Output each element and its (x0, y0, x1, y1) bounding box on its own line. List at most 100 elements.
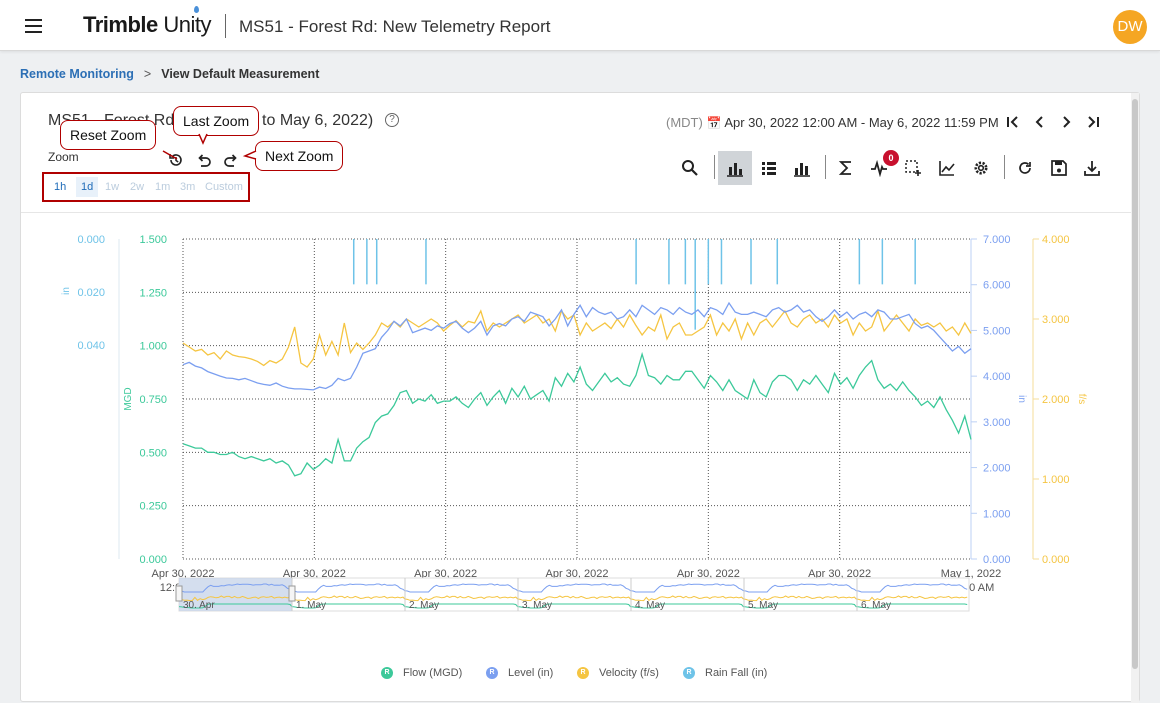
chart-grid (182, 238, 972, 560)
level-tick-label: 7.000 (983, 234, 1011, 246)
legend-flow[interactable]: R Flow (MGD) (381, 667, 462, 679)
flow-tick-label: 0.750 (139, 394, 167, 406)
level-tick-label: 3.000 (983, 417, 1011, 429)
navigator-right-handle (288, 585, 296, 602)
calendar-icon: 📅 (706, 116, 722, 130)
last-page-icon[interactable] (1086, 115, 1100, 129)
report-card: MS51 - Forest Rd (to May 6, 2022) ? Zoom… (20, 92, 1140, 703)
sigma-icon (838, 161, 851, 175)
help-icon[interactable]: ? (385, 113, 399, 127)
zoom-1h-button[interactable]: 1h (54, 181, 66, 193)
velocity-axis-label: f/s (1076, 394, 1087, 405)
zoom-1w-button[interactable]: 1w (105, 181, 119, 193)
statistics-button[interactable] (829, 151, 863, 185)
flow-tick-label: 1.500 (139, 234, 167, 246)
date-range[interactable]: (MDT) 📅 Apr 30, 2022 12:00 AM - May 6, 2… (666, 115, 999, 130)
navigator-label: 2. May (409, 600, 439, 611)
legend-rainfall-label: Rain Fall (in) (705, 667, 768, 679)
first-page-icon[interactable] (1006, 115, 1020, 129)
rain-tick-label: 0.040 (77, 340, 105, 352)
stacked-view-button[interactable] (785, 151, 819, 185)
brand-logo[interactable]: Trimble Unity (83, 6, 212, 38)
zoom-range-group: 1h 1d 1w 2w 1m 3m Custom (42, 172, 250, 202)
velocity-tick-label: 0.000 (1042, 554, 1070, 566)
save-icon (1051, 160, 1067, 176)
header-divider (225, 14, 226, 38)
download-icon (1084, 161, 1100, 176)
legend-level-badge: R (486, 667, 498, 679)
range-navigator: 30. Apr 1. May 2. May 3. May 4. May 5. May 6. … (175, 577, 970, 612)
flow-tick-label: 0.000 (139, 554, 167, 566)
refresh-button[interactable] (1008, 151, 1042, 185)
chart-view-button[interactable] (718, 151, 752, 185)
level-tick-label: 6.000 (983, 280, 1011, 292)
toolbar-divider (1004, 155, 1005, 179)
velocity-tick-label: 3.000 (1042, 314, 1070, 326)
page-title: MS51 - Forest Rd: New Telemetry Report (239, 17, 551, 36)
navigator-label: 3. May (522, 600, 552, 611)
search-button[interactable] (673, 151, 707, 185)
navigator-label: 4. May (635, 600, 665, 611)
zoom-2w-button[interactable]: 2w (130, 181, 144, 193)
next-page-icon[interactable] (1059, 115, 1073, 129)
navigator-label: 5. May (748, 600, 778, 611)
level-tick-label: 5.000 (983, 325, 1011, 337)
select-region-icon (905, 160, 921, 176)
settings-button[interactable] (964, 151, 998, 185)
legend-level[interactable]: R Level (in) (486, 667, 553, 679)
breadcrumb-current: View Default Measurement (161, 67, 320, 81)
flow-tick-label: 0.250 (139, 501, 167, 513)
flow-tick-label: 1.250 (139, 287, 167, 299)
stacked-bar-icon (794, 163, 810, 177)
card-scrollbar[interactable] (1131, 93, 1139, 703)
velocity-tick-label: 1.000 (1042, 474, 1070, 486)
download-button[interactable] (1075, 151, 1109, 185)
legend-velocity-label: Velocity (f/s) (599, 667, 659, 679)
level-tick-label: 4.000 (983, 371, 1011, 383)
legend-velocity-badge: R (577, 667, 589, 679)
velocity-tick-label: 4.000 (1042, 234, 1070, 246)
velocity-tick-label: 2.000 (1042, 394, 1070, 406)
legend-velocity[interactable]: R Velocity (f/s) (577, 667, 659, 679)
zoom-1d-button[interactable]: 1d (76, 177, 99, 197)
rain-tick-label: 0.020 (77, 287, 105, 299)
level-tick-label: 1.000 (983, 508, 1011, 520)
legend-rainfall-badge: R (683, 667, 695, 679)
zoom-3m-button[interactable]: 3m (180, 181, 195, 193)
toolbar-divider (714, 155, 715, 179)
menu-icon[interactable] (25, 19, 42, 33)
trend-line-icon (939, 161, 955, 176)
zoom-custom-button[interactable]: Custom (205, 181, 243, 193)
prev-page-icon[interactable] (1033, 115, 1047, 129)
flow-mgd-line (182, 351, 972, 477)
level-in-line (182, 301, 972, 391)
save-button[interactable] (1042, 151, 1076, 185)
breadcrumb-chevron-icon: > (143, 67, 152, 81)
telemetry-chart[interactable]: Apr 30, 202212:00 AMApr 30, 202204:00 AM… (21, 213, 1131, 663)
breadcrumb: Remote Monitoring > View Default Measureme… (20, 67, 319, 81)
list-icon (762, 162, 776, 175)
navigator-label: 1. May (296, 600, 326, 611)
avatar[interactable]: DW (1113, 10, 1147, 44)
select-region-button[interactable] (896, 151, 930, 185)
zoom-label: Zoom (48, 150, 79, 164)
last-zoom-callout: Last Zoom (173, 106, 260, 136)
zoom-1m-button[interactable]: 1m (155, 181, 170, 193)
top-bar: Trimble Unity MS51 - Forest Rd: New Tele… (0, 0, 1160, 51)
trend-button[interactable] (930, 151, 964, 185)
flow-tick-label: 0.500 (139, 447, 167, 459)
rain-tick-label: 0.000 (77, 234, 105, 246)
gear-icon (974, 161, 988, 175)
legend-rainfall[interactable]: R Rain Fall (in) (683, 667, 767, 679)
navigator-label: 6. May (861, 600, 891, 611)
scrollbar-thumb[interactable] (1132, 99, 1138, 669)
table-view-button[interactable] (752, 151, 786, 185)
rain-axis-label: in (61, 287, 72, 295)
flow-axis-label: MGD (123, 387, 134, 410)
refresh-icon (1019, 162, 1031, 174)
breadcrumb-remote-monitoring[interactable]: Remote Monitoring (20, 67, 134, 81)
level-tick-label: 2.000 (983, 463, 1011, 475)
level-tick-label: 0.000 (983, 554, 1011, 566)
navigator-label: 30. Apr (183, 600, 215, 611)
legend-level-label: Level (in) (508, 667, 554, 679)
